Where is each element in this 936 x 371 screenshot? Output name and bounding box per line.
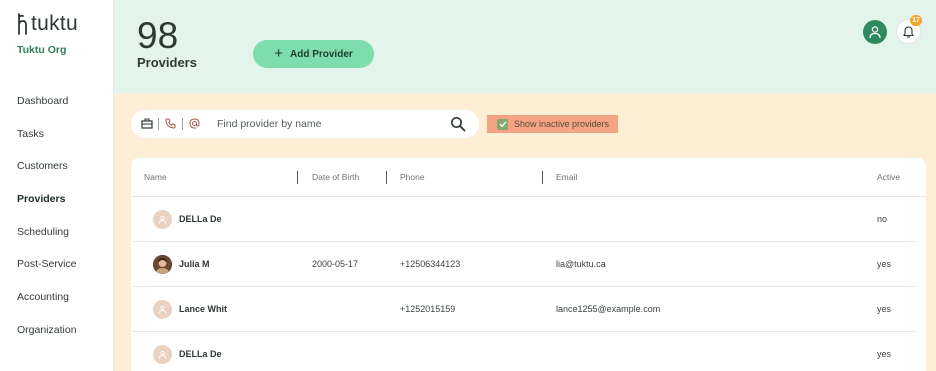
search-bar xyxy=(131,110,479,138)
column-header-email[interactable]: Email xyxy=(556,172,577,182)
provider-name: Julia M xyxy=(179,259,210,269)
at-icon[interactable] xyxy=(188,117,201,130)
provider-email: lance1255@example.com xyxy=(556,304,661,314)
user-icon xyxy=(158,350,167,359)
search-icon[interactable] xyxy=(450,116,466,132)
provider-count: 98 xyxy=(137,15,179,56)
table-row[interactable]: DELLa De no xyxy=(131,197,917,242)
column-header-name[interactable]: Name xyxy=(144,172,167,182)
provider-active: no xyxy=(877,214,888,224)
provider-name: DELLa De xyxy=(179,214,222,224)
table-row[interactable]: Julia M 2000-05-17 +12506344123 lia@tukt… xyxy=(131,242,917,287)
table-row[interactable]: Lance Whit +1252015159 lance1255@example… xyxy=(131,287,917,332)
sidebar-item-customers[interactable]: Customers xyxy=(17,160,77,193)
providers-table: Name Date of Birth Phone Email Active DE… xyxy=(131,158,926,371)
column-divider[interactable] xyxy=(386,171,387,184)
provider-dob: 2000-05-17 xyxy=(312,259,359,269)
filter-separator xyxy=(182,117,183,130)
provider-phone: +1252015159 xyxy=(400,304,456,314)
search-input[interactable] xyxy=(217,115,447,133)
provider-phone: +12506344123 xyxy=(400,259,461,269)
org-name[interactable]: Tuktu Org xyxy=(17,44,66,56)
brand-name: tuktu xyxy=(31,12,79,35)
add-provider-label: Add Provider xyxy=(289,48,353,60)
table-header: Name Date of Birth Phone Email Active xyxy=(131,158,926,197)
user-avatar-button[interactable] xyxy=(863,20,887,44)
briefcase-icon[interactable] xyxy=(140,117,153,130)
column-divider[interactable] xyxy=(542,171,543,184)
checkbox-checked-icon[interactable] xyxy=(497,118,508,130)
page-header: 98 Providers + Add Provider 17 xyxy=(114,0,936,93)
column-divider[interactable] xyxy=(297,171,298,184)
phone-icon[interactable] xyxy=(164,117,177,130)
provider-email: lia@tuktu.ca xyxy=(556,259,606,269)
logo[interactable]: tuktu xyxy=(16,13,78,35)
logo-mark-icon xyxy=(18,13,27,35)
avatar xyxy=(153,210,172,229)
sidebar-item-dashboard[interactable]: Dashboard xyxy=(17,95,77,128)
sidebar-item-organization[interactable]: Organization xyxy=(17,324,77,357)
filter-icons xyxy=(140,117,201,130)
add-provider-button[interactable]: + Add Provider xyxy=(253,40,374,68)
sidebar-item-scheduling[interactable]: Scheduling xyxy=(17,226,77,259)
column-header-phone[interactable]: Phone xyxy=(400,172,425,182)
avatar xyxy=(153,345,172,364)
notification-badge: 17 xyxy=(910,15,922,26)
avatar xyxy=(153,300,172,319)
main-content: Show inactive providers Name Date of Bir… xyxy=(114,93,936,371)
provider-name: DELLa De xyxy=(179,349,222,359)
column-header-active[interactable]: Active xyxy=(877,172,900,182)
plus-icon: + xyxy=(274,45,283,62)
provider-active: yes xyxy=(877,304,892,314)
sidebar-nav: Dashboard Tasks Customers Providers Sche… xyxy=(17,95,77,357)
provider-active: yes xyxy=(877,349,892,359)
sidebar-item-accounting[interactable]: Accounting xyxy=(17,291,77,324)
provider-name: Lance Whit xyxy=(179,304,228,314)
show-inactive-label: Show inactive providers xyxy=(514,119,610,129)
table-row[interactable]: DELLa De yes xyxy=(131,332,917,371)
provider-active: yes xyxy=(877,259,892,269)
avatar xyxy=(153,255,172,274)
user-icon xyxy=(869,26,881,39)
column-header-dob[interactable]: Date of Birth xyxy=(312,172,359,182)
show-inactive-toggle[interactable]: Show inactive providers xyxy=(487,115,618,133)
sidebar-item-providers[interactable]: Providers xyxy=(17,193,77,226)
filter-separator xyxy=(158,117,159,130)
sidebar: tuktu Tuktu Org Dashboard Tasks Customer… xyxy=(0,0,114,371)
user-icon xyxy=(158,215,167,224)
page-title: Providers xyxy=(137,55,197,70)
sidebar-item-post-service[interactable]: Post-Service xyxy=(17,258,77,291)
user-icon xyxy=(158,305,167,314)
sidebar-item-tasks[interactable]: Tasks xyxy=(17,128,77,161)
bell-icon xyxy=(903,25,914,38)
